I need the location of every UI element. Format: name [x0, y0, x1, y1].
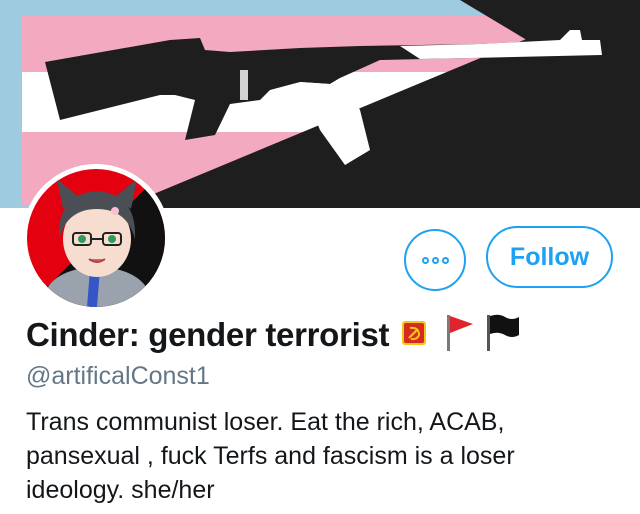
- red-flag-icon: [445, 313, 475, 358]
- profile-name-row: Cinder: gender terrorist: [26, 312, 521, 358]
- profile-bio: Trans communist loser. Eat the rich, ACA…: [26, 405, 626, 507]
- more-options-button[interactable]: [404, 229, 466, 291]
- follow-button[interactable]: Follow: [486, 226, 613, 288]
- avatar-image: [27, 169, 165, 307]
- avatar[interactable]: [22, 164, 170, 312]
- bio-line: ideology. she/her: [26, 476, 215, 504]
- black-flag-icon: [485, 313, 521, 358]
- bio-line: pansexual , fuck Terfs and fascism is a …: [26, 442, 515, 470]
- hammer-and-sickle-icon: [401, 320, 427, 351]
- display-name: Cinder: gender terrorist: [26, 316, 390, 353]
- username-handle: @artificalConst1: [26, 362, 210, 390]
- more-options-icon: [421, 256, 449, 264]
- bio-line: Trans communist loser. Eat the rich, ACA…: [26, 408, 505, 436]
